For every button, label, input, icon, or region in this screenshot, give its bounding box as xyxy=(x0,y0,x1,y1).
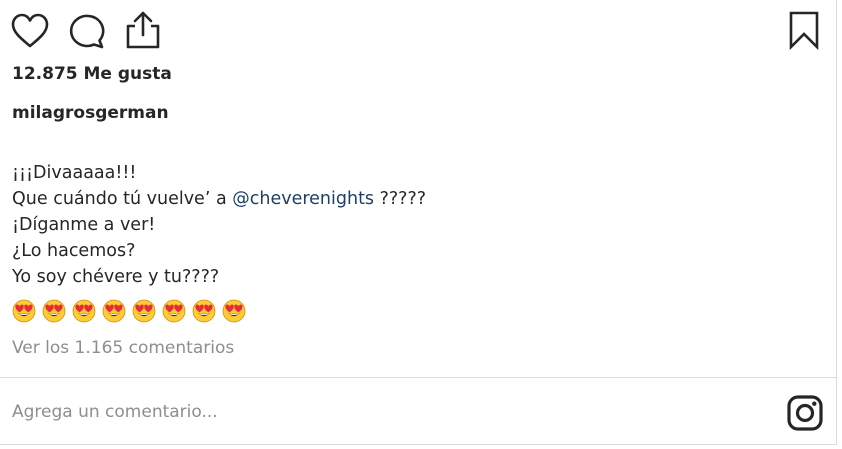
heart-eyes-emoji xyxy=(132,299,156,323)
post-caption: ¡¡¡Divaaaaa!!! Que cuándo tú vuelve’ a @… xyxy=(12,160,426,290)
post-card: 12.875 Me gusta milagrosgerman ¡¡¡Divaaa… xyxy=(0,0,837,445)
comment-input[interactable] xyxy=(10,396,754,428)
caption-line-with-mention: Que cuándo tú vuelve’ a @cheverenights ?… xyxy=(12,186,426,212)
heart-eyes-emoji xyxy=(72,299,96,323)
caption-line: ¡¡¡Divaaaaa!!! xyxy=(12,163,137,183)
caption-line: ¡Díganme a ver! xyxy=(12,215,156,235)
heart-eyes-emoji xyxy=(162,299,186,323)
caption-line: ¿Lo hacemos? xyxy=(12,241,136,261)
heart-eyes-emoji xyxy=(42,299,66,323)
caption-text: ????? xyxy=(374,189,427,209)
view-comments-link[interactable]: Ver los 1.165 comentarios xyxy=(12,338,234,358)
instagram-camera-icon[interactable] xyxy=(786,394,824,432)
heart-eyes-emoji xyxy=(102,299,126,323)
share-icon[interactable] xyxy=(124,10,162,50)
heart-icon[interactable] xyxy=(11,13,49,49)
comment-icon[interactable] xyxy=(68,13,106,49)
mention-link[interactable]: @cheverenights xyxy=(232,189,374,209)
likes-count[interactable]: 12.875 Me gusta xyxy=(12,64,172,84)
heart-eyes-emoji xyxy=(12,299,36,323)
emoji-row xyxy=(12,299,252,323)
heart-eyes-emoji xyxy=(222,299,246,323)
bookmark-icon[interactable] xyxy=(787,10,821,50)
post-username[interactable]: milagrosgerman xyxy=(12,103,169,123)
heart-eyes-emoji xyxy=(192,299,216,323)
caption-text: Que cuándo tú vuelve’ a xyxy=(12,189,233,209)
divider xyxy=(0,377,836,378)
caption-line: Yo soy chévere y tu???? xyxy=(12,267,220,287)
